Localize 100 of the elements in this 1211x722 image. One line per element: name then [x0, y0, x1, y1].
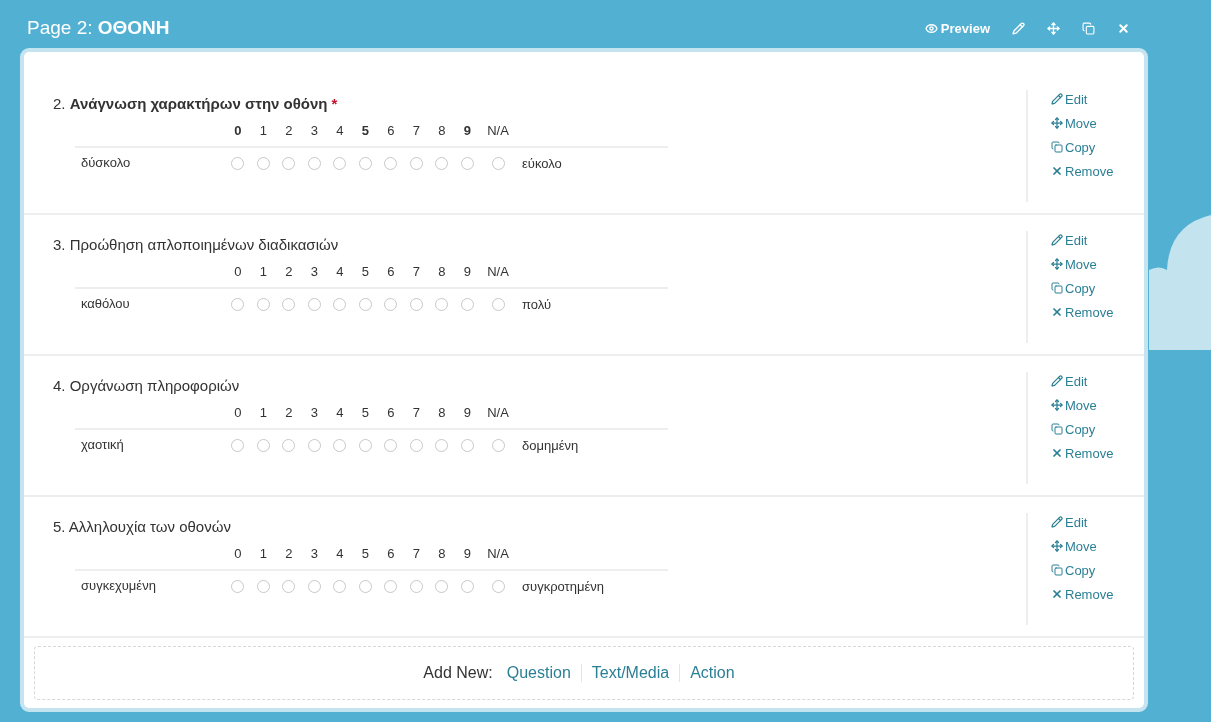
close-icon: [1051, 306, 1063, 318]
radio-button[interactable]: [491, 438, 505, 452]
page-title: Page 2: ΟΘΟΝΗ: [27, 17, 170, 39]
scale-label: N/A: [486, 545, 510, 563]
radio-button[interactable]: [358, 297, 372, 311]
scale-label: 0: [233, 122, 243, 140]
close-button[interactable]: [1117, 21, 1130, 35]
radio-button[interactable]: [491, 579, 505, 593]
copy-button[interactable]: [1082, 21, 1095, 35]
radio-button[interactable]: [435, 156, 449, 170]
copy-icon: [1051, 282, 1063, 294]
remove-button[interactable]: Remove: [1051, 585, 1114, 603]
scale-label: 5: [360, 404, 370, 422]
scale-label: 9: [462, 545, 472, 563]
move-button[interactable]: Move: [1051, 396, 1097, 414]
copy-button[interactable]: Copy: [1051, 420, 1096, 438]
radio-button[interactable]: [256, 579, 270, 593]
radio-button[interactable]: [358, 156, 372, 170]
radio-button[interactable]: [409, 156, 423, 170]
radio-button[interactable]: [358, 579, 372, 593]
radio-button[interactable]: [491, 297, 505, 311]
copy-button[interactable]: Copy: [1051, 138, 1096, 156]
radio-button[interactable]: [384, 297, 398, 311]
move-icon: [1051, 399, 1063, 411]
edit-button[interactable]: Edit: [1051, 372, 1088, 390]
close-icon: [1051, 447, 1063, 459]
remove-button[interactable]: Remove: [1051, 444, 1114, 462]
scale-label: 3: [309, 263, 319, 281]
move-button[interactable]: Move: [1051, 114, 1097, 132]
radio-button[interactable]: [384, 438, 398, 452]
radio-button[interactable]: [491, 156, 505, 170]
radio-button[interactable]: [333, 156, 347, 170]
radio-button[interactable]: [307, 438, 321, 452]
radio-button[interactable]: [384, 579, 398, 593]
radio-button[interactable]: [231, 156, 245, 170]
add-new-label: Add New:: [423, 664, 493, 682]
radio-button[interactable]: [333, 297, 347, 311]
copy-icon: [1051, 423, 1063, 435]
copy-icon: [1051, 564, 1063, 576]
edit-button[interactable]: Edit: [1051, 231, 1088, 249]
radio-button[interactable]: [460, 579, 474, 593]
scale-label: 7: [411, 545, 421, 563]
radio-button[interactable]: [307, 156, 321, 170]
preview-button[interactable]: Preview: [924, 20, 990, 36]
radio-button[interactable]: [333, 579, 347, 593]
edit-button[interactable]: Edit: [1051, 90, 1088, 108]
radio-button[interactable]: [409, 579, 423, 593]
move-button[interactable]: Move: [1051, 537, 1097, 555]
radio-button[interactable]: [282, 579, 296, 593]
move-button[interactable]: [1047, 21, 1060, 35]
radio-button[interactable]: [409, 297, 423, 311]
radio-button[interactable]: [384, 156, 398, 170]
radio-button[interactable]: [460, 438, 474, 452]
scale-label: 1: [258, 122, 268, 140]
pencil-icon: [1051, 375, 1063, 387]
remove-button[interactable]: Remove: [1051, 162, 1114, 180]
copy-button[interactable]: Copy: [1051, 279, 1096, 297]
low-label: καθόλου: [80, 295, 131, 313]
scale-label: 0: [233, 545, 243, 563]
radio-button[interactable]: [435, 297, 449, 311]
radio-button[interactable]: [256, 438, 270, 452]
radio-button[interactable]: [282, 156, 296, 170]
edit-button[interactable]: Edit: [1051, 513, 1088, 531]
add-link[interactable]: Question: [496, 664, 581, 682]
scale-label: 8: [437, 545, 447, 563]
radio-button[interactable]: [435, 438, 449, 452]
remove-button[interactable]: Remove: [1051, 303, 1114, 321]
radio-button[interactable]: [307, 297, 321, 311]
radio-button[interactable]: [231, 438, 245, 452]
radio-button[interactable]: [333, 438, 347, 452]
scale-label: 5: [360, 122, 370, 140]
radio-button[interactable]: [282, 297, 296, 311]
scale-label: 5: [360, 545, 370, 563]
scale-label: 3: [309, 545, 319, 563]
move-icon: [1051, 540, 1063, 552]
high-label: συγκροτημένη: [521, 578, 605, 594]
add-link[interactable]: Text/Media: [580, 664, 680, 682]
radio-button[interactable]: [460, 297, 474, 311]
copy-icon: [1051, 141, 1063, 153]
scale-label: 7: [411, 404, 421, 422]
radio-button[interactable]: [256, 297, 270, 311]
radio-button[interactable]: [460, 156, 474, 170]
radio-button[interactable]: [409, 438, 423, 452]
radio-button[interactable]: [435, 579, 449, 593]
scale-label: 1: [258, 545, 268, 563]
radio-button[interactable]: [282, 438, 296, 452]
radio-button[interactable]: [307, 579, 321, 593]
question-title: 3. Προώθηση απλοποιημένων διαδικασιών: [53, 236, 340, 253]
scale-label: 9: [462, 404, 472, 422]
scale-label: 9: [462, 122, 472, 140]
radio-button[interactable]: [256, 156, 270, 170]
copy-button[interactable]: Copy: [1051, 561, 1096, 579]
radio-button[interactable]: [231, 579, 245, 593]
scale-label: 2: [284, 263, 294, 281]
edit-button[interactable]: [1012, 21, 1025, 35]
radio-button[interactable]: [231, 297, 245, 311]
move-button[interactable]: Move: [1051, 255, 1097, 273]
scale-label: 6: [386, 263, 396, 281]
radio-button[interactable]: [358, 438, 372, 452]
add-link[interactable]: Action: [679, 664, 745, 682]
